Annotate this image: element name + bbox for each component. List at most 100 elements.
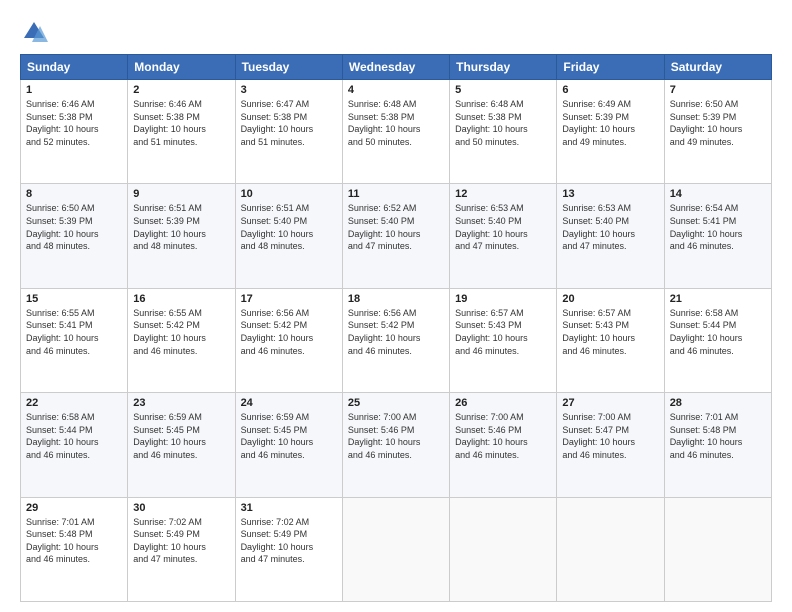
day-number: 27	[562, 397, 658, 409]
day-number: 20	[562, 293, 658, 305]
logo-icon	[20, 18, 48, 46]
day-number: 19	[455, 293, 551, 305]
day-number: 17	[241, 293, 337, 305]
day-info: Sunrise: 6:53 AM Sunset: 5:40 PM Dayligh…	[455, 202, 551, 252]
day-number: 24	[241, 397, 337, 409]
day-info: Sunrise: 6:50 AM Sunset: 5:39 PM Dayligh…	[670, 98, 766, 148]
day-number: 25	[348, 397, 444, 409]
day-number: 22	[26, 397, 122, 409]
calendar-header-row: SundayMondayTuesdayWednesdayThursdayFrid…	[21, 55, 772, 80]
day-number: 8	[26, 188, 122, 200]
day-number: 3	[241, 84, 337, 96]
day-info: Sunrise: 6:48 AM Sunset: 5:38 PM Dayligh…	[455, 98, 551, 148]
calendar-day-cell: 21 Sunrise: 6:58 AM Sunset: 5:44 PM Dayli…	[664, 288, 771, 392]
logo	[20, 18, 52, 46]
calendar-day-cell: 28 Sunrise: 7:01 AM Sunset: 5:48 PM Dayli…	[664, 393, 771, 497]
day-number: 1	[26, 84, 122, 96]
calendar-day-cell: 30 Sunrise: 7:02 AM Sunset: 5:49 PM Dayli…	[128, 497, 235, 601]
calendar-day-header: Thursday	[450, 55, 557, 80]
day-info: Sunrise: 7:00 AM Sunset: 5:47 PM Dayligh…	[562, 411, 658, 461]
day-number: 7	[670, 84, 766, 96]
calendar-day-cell: 24 Sunrise: 6:59 AM Sunset: 5:45 PM Dayli…	[235, 393, 342, 497]
day-info: Sunrise: 7:01 AM Sunset: 5:48 PM Dayligh…	[670, 411, 766, 461]
calendar-day-cell: 25 Sunrise: 7:00 AM Sunset: 5:46 PM Dayli…	[342, 393, 449, 497]
calendar-day-cell: 22 Sunrise: 6:58 AM Sunset: 5:44 PM Dayli…	[21, 393, 128, 497]
day-info: Sunrise: 6:55 AM Sunset: 5:41 PM Dayligh…	[26, 307, 122, 357]
day-number: 28	[670, 397, 766, 409]
calendar-day-cell: 4 Sunrise: 6:48 AM Sunset: 5:38 PM Daylig…	[342, 80, 449, 184]
calendar-day-cell: 1 Sunrise: 6:46 AM Sunset: 5:38 PM Daylig…	[21, 80, 128, 184]
day-info: Sunrise: 6:58 AM Sunset: 5:44 PM Dayligh…	[670, 307, 766, 357]
day-info: Sunrise: 6:47 AM Sunset: 5:38 PM Dayligh…	[241, 98, 337, 148]
calendar-day-cell: 8 Sunrise: 6:50 AM Sunset: 5:39 PM Daylig…	[21, 184, 128, 288]
calendar-day-header: Tuesday	[235, 55, 342, 80]
calendar-day-cell	[450, 497, 557, 601]
calendar-day-cell: 15 Sunrise: 6:55 AM Sunset: 5:41 PM Dayli…	[21, 288, 128, 392]
calendar-day-header: Sunday	[21, 55, 128, 80]
day-number: 2	[133, 84, 229, 96]
day-info: Sunrise: 6:58 AM Sunset: 5:44 PM Dayligh…	[26, 411, 122, 461]
day-number: 18	[348, 293, 444, 305]
day-number: 31	[241, 502, 337, 514]
day-info: Sunrise: 6:51 AM Sunset: 5:40 PM Dayligh…	[241, 202, 337, 252]
calendar-week-row: 22 Sunrise: 6:58 AM Sunset: 5:44 PM Dayli…	[21, 393, 772, 497]
day-info: Sunrise: 6:50 AM Sunset: 5:39 PM Dayligh…	[26, 202, 122, 252]
day-number: 15	[26, 293, 122, 305]
day-info: Sunrise: 7:01 AM Sunset: 5:48 PM Dayligh…	[26, 516, 122, 566]
calendar-day-header: Monday	[128, 55, 235, 80]
day-info: Sunrise: 6:49 AM Sunset: 5:39 PM Dayligh…	[562, 98, 658, 148]
calendar-day-header: Wednesday	[342, 55, 449, 80]
day-info: Sunrise: 6:57 AM Sunset: 5:43 PM Dayligh…	[455, 307, 551, 357]
calendar-week-row: 29 Sunrise: 7:01 AM Sunset: 5:48 PM Dayli…	[21, 497, 772, 601]
day-info: Sunrise: 6:56 AM Sunset: 5:42 PM Dayligh…	[241, 307, 337, 357]
calendar-week-row: 15 Sunrise: 6:55 AM Sunset: 5:41 PM Dayli…	[21, 288, 772, 392]
calendar-day-cell: 6Sunrise: 6:49 AM Sunset: 5:39 PM Daylig…	[557, 80, 664, 184]
day-number: 11	[348, 188, 444, 200]
day-info: Sunrise: 6:51 AM Sunset: 5:39 PM Dayligh…	[133, 202, 229, 252]
calendar-day-cell: 17 Sunrise: 6:56 AM Sunset: 5:42 PM Dayli…	[235, 288, 342, 392]
day-number: 10	[241, 188, 337, 200]
calendar-day-cell: 19 Sunrise: 6:57 AM Sunset: 5:43 PM Dayli…	[450, 288, 557, 392]
day-number: 14	[670, 188, 766, 200]
page: SundayMondayTuesdayWednesdayThursdayFrid…	[0, 0, 792, 612]
calendar-day-cell: 13 Sunrise: 6:53 AM Sunset: 5:40 PM Dayli…	[557, 184, 664, 288]
day-number: 26	[455, 397, 551, 409]
calendar-day-cell: 27 Sunrise: 7:00 AM Sunset: 5:47 PM Dayli…	[557, 393, 664, 497]
day-info: Sunrise: 7:00 AM Sunset: 5:46 PM Dayligh…	[455, 411, 551, 461]
day-info: Sunrise: 6:53 AM Sunset: 5:40 PM Dayligh…	[562, 202, 658, 252]
calendar-day-cell: 20 Sunrise: 6:57 AM Sunset: 5:43 PM Dayli…	[557, 288, 664, 392]
day-number: 4	[348, 84, 444, 96]
calendar-day-cell: 2 Sunrise: 6:46 AM Sunset: 5:38 PM Daylig…	[128, 80, 235, 184]
calendar-table: SundayMondayTuesdayWednesdayThursdayFrid…	[20, 54, 772, 602]
day-number: 30	[133, 502, 229, 514]
calendar-day-cell: 3 Sunrise: 6:47 AM Sunset: 5:38 PM Daylig…	[235, 80, 342, 184]
day-info: Sunrise: 6:48 AM Sunset: 5:38 PM Dayligh…	[348, 98, 444, 148]
calendar-day-cell: 23 Sunrise: 6:59 AM Sunset: 5:45 PM Dayli…	[128, 393, 235, 497]
day-info: Sunrise: 6:57 AM Sunset: 5:43 PM Dayligh…	[562, 307, 658, 357]
day-info: Sunrise: 6:46 AM Sunset: 5:38 PM Dayligh…	[133, 98, 229, 148]
day-number: 23	[133, 397, 229, 409]
day-info: Sunrise: 7:00 AM Sunset: 5:46 PM Dayligh…	[348, 411, 444, 461]
calendar-day-cell: 11Sunrise: 6:52 AM Sunset: 5:40 PM Dayli…	[342, 184, 449, 288]
calendar-day-cell: 16Sunrise: 6:55 AM Sunset: 5:42 PM Dayli…	[128, 288, 235, 392]
day-info: Sunrise: 6:59 AM Sunset: 5:45 PM Dayligh…	[133, 411, 229, 461]
calendar-day-cell: 10 Sunrise: 6:51 AM Sunset: 5:40 PM Dayli…	[235, 184, 342, 288]
day-number: 13	[562, 188, 658, 200]
day-info: Sunrise: 7:02 AM Sunset: 5:49 PM Dayligh…	[241, 516, 337, 566]
day-number: 29	[26, 502, 122, 514]
calendar-day-cell: 12 Sunrise: 6:53 AM Sunset: 5:40 PM Dayli…	[450, 184, 557, 288]
calendar-week-row: 8 Sunrise: 6:50 AM Sunset: 5:39 PM Daylig…	[21, 184, 772, 288]
calendar-day-cell: 29 Sunrise: 7:01 AM Sunset: 5:48 PM Dayli…	[21, 497, 128, 601]
day-number: 21	[670, 293, 766, 305]
calendar-day-cell: 14Sunrise: 6:54 AM Sunset: 5:41 PM Dayli…	[664, 184, 771, 288]
day-info: Sunrise: 7:02 AM Sunset: 5:49 PM Dayligh…	[133, 516, 229, 566]
day-number: 9	[133, 188, 229, 200]
day-number: 12	[455, 188, 551, 200]
calendar-day-header: Friday	[557, 55, 664, 80]
calendar-day-cell: 7 Sunrise: 6:50 AM Sunset: 5:39 PM Daylig…	[664, 80, 771, 184]
day-number: 16	[133, 293, 229, 305]
day-number: 5	[455, 84, 551, 96]
day-info: Sunrise: 6:46 AM Sunset: 5:38 PM Dayligh…	[26, 98, 122, 148]
day-info: Sunrise: 6:59 AM Sunset: 5:45 PM Dayligh…	[241, 411, 337, 461]
calendar-day-cell	[557, 497, 664, 601]
